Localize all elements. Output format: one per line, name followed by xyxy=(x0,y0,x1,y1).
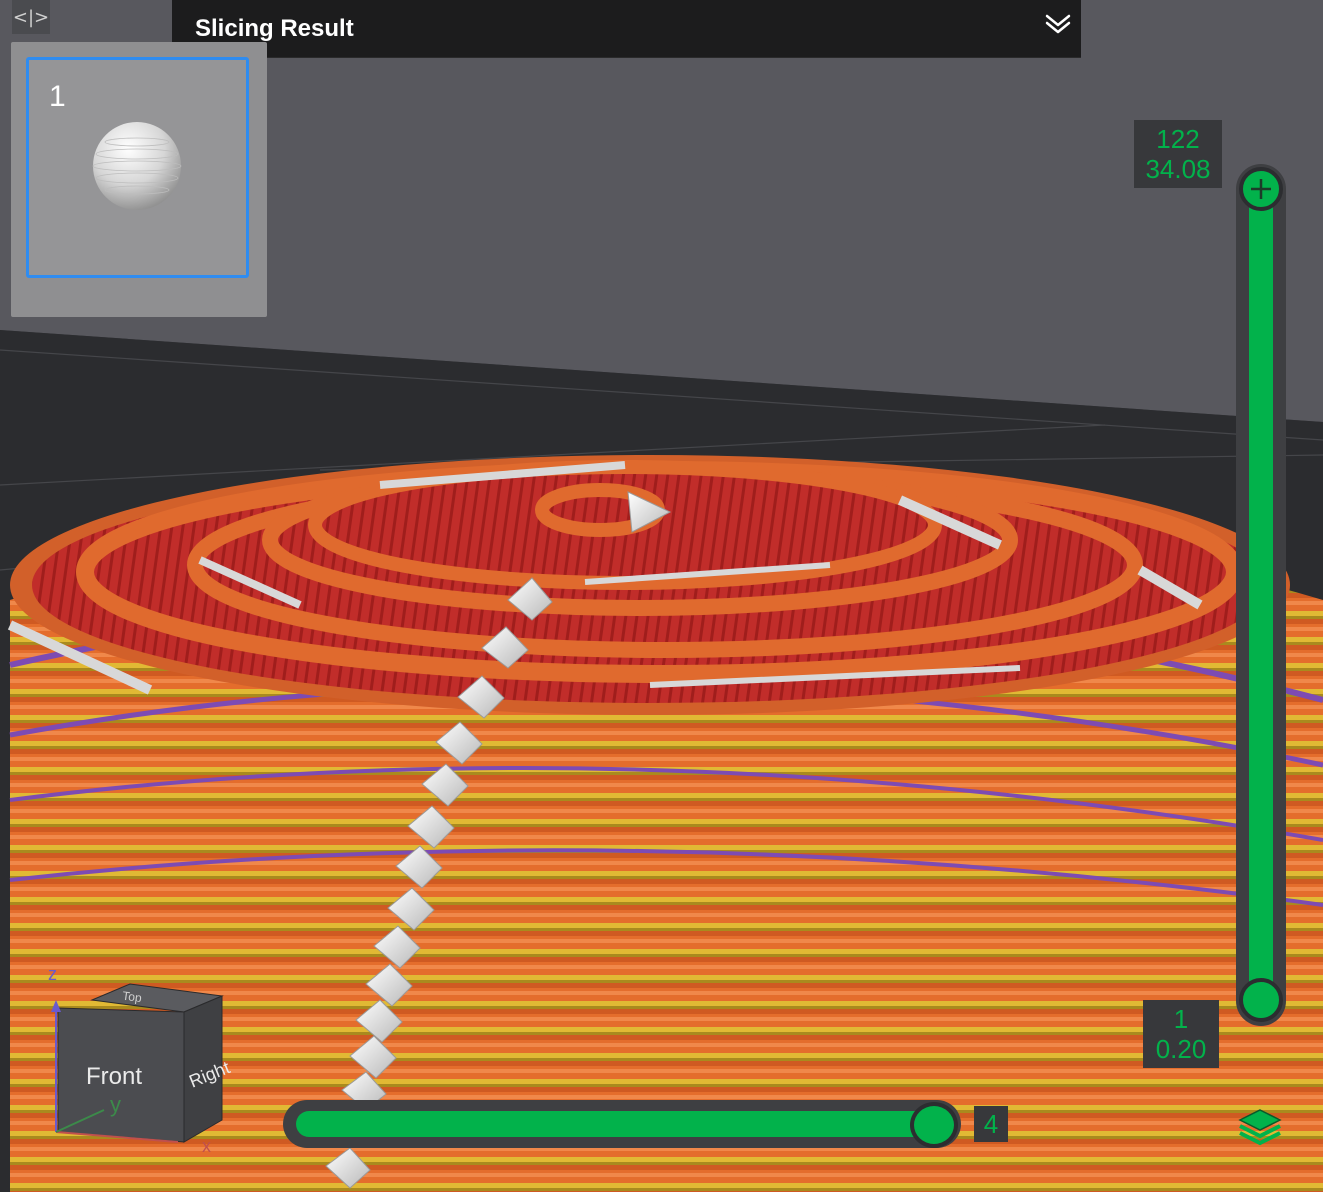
expand-collapse-icon: <|> xyxy=(12,6,50,28)
view-cube-top-label: Top xyxy=(121,989,142,1006)
axis-z-label: z xyxy=(48,964,57,984)
plus-icon xyxy=(1251,179,1271,199)
view-cube[interactable]: Front Right Top z y x xyxy=(40,960,240,1160)
axis-z-arrow xyxy=(51,1000,61,1012)
layer-slider-range xyxy=(1249,188,1273,1003)
top-layer-height: 34.08 xyxy=(1145,154,1211,184)
top-layer-label: 122 34.08 xyxy=(1134,120,1222,188)
top-layer-number: 122 xyxy=(1156,124,1200,154)
chevron-double-down-icon[interactable] xyxy=(1043,8,1073,38)
page-title: Slicing Result xyxy=(195,14,354,42)
panel-toggle-button[interactable]: <|> xyxy=(12,0,50,34)
move-slider-value: 4 xyxy=(974,1106,1008,1142)
plate-item[interactable]: 1 xyxy=(26,57,249,278)
view-cube-front-label: Front xyxy=(86,1063,142,1090)
sphere-icon xyxy=(92,122,182,210)
layers-icon[interactable] xyxy=(1236,1104,1284,1148)
move-slider-range xyxy=(296,1111,936,1137)
slicing-result-header: Slicing Result xyxy=(172,0,1081,58)
layer-slider-bottom-handle[interactable] xyxy=(1239,978,1283,1022)
bottom-layer-number: 1 xyxy=(1173,1004,1189,1034)
axis-y-label: y xyxy=(110,1092,121,1117)
bottom-layer-height: 0.20 xyxy=(1155,1034,1207,1064)
axis-x-label: x xyxy=(202,1136,211,1156)
plate-list-panel: 1 xyxy=(11,42,267,317)
layer-slider-top-handle[interactable] xyxy=(1239,167,1283,211)
move-slider-handle[interactable] xyxy=(910,1102,958,1148)
bottom-layer-label: 1 0.20 xyxy=(1143,1000,1219,1068)
plate-index: 1 xyxy=(49,80,66,113)
